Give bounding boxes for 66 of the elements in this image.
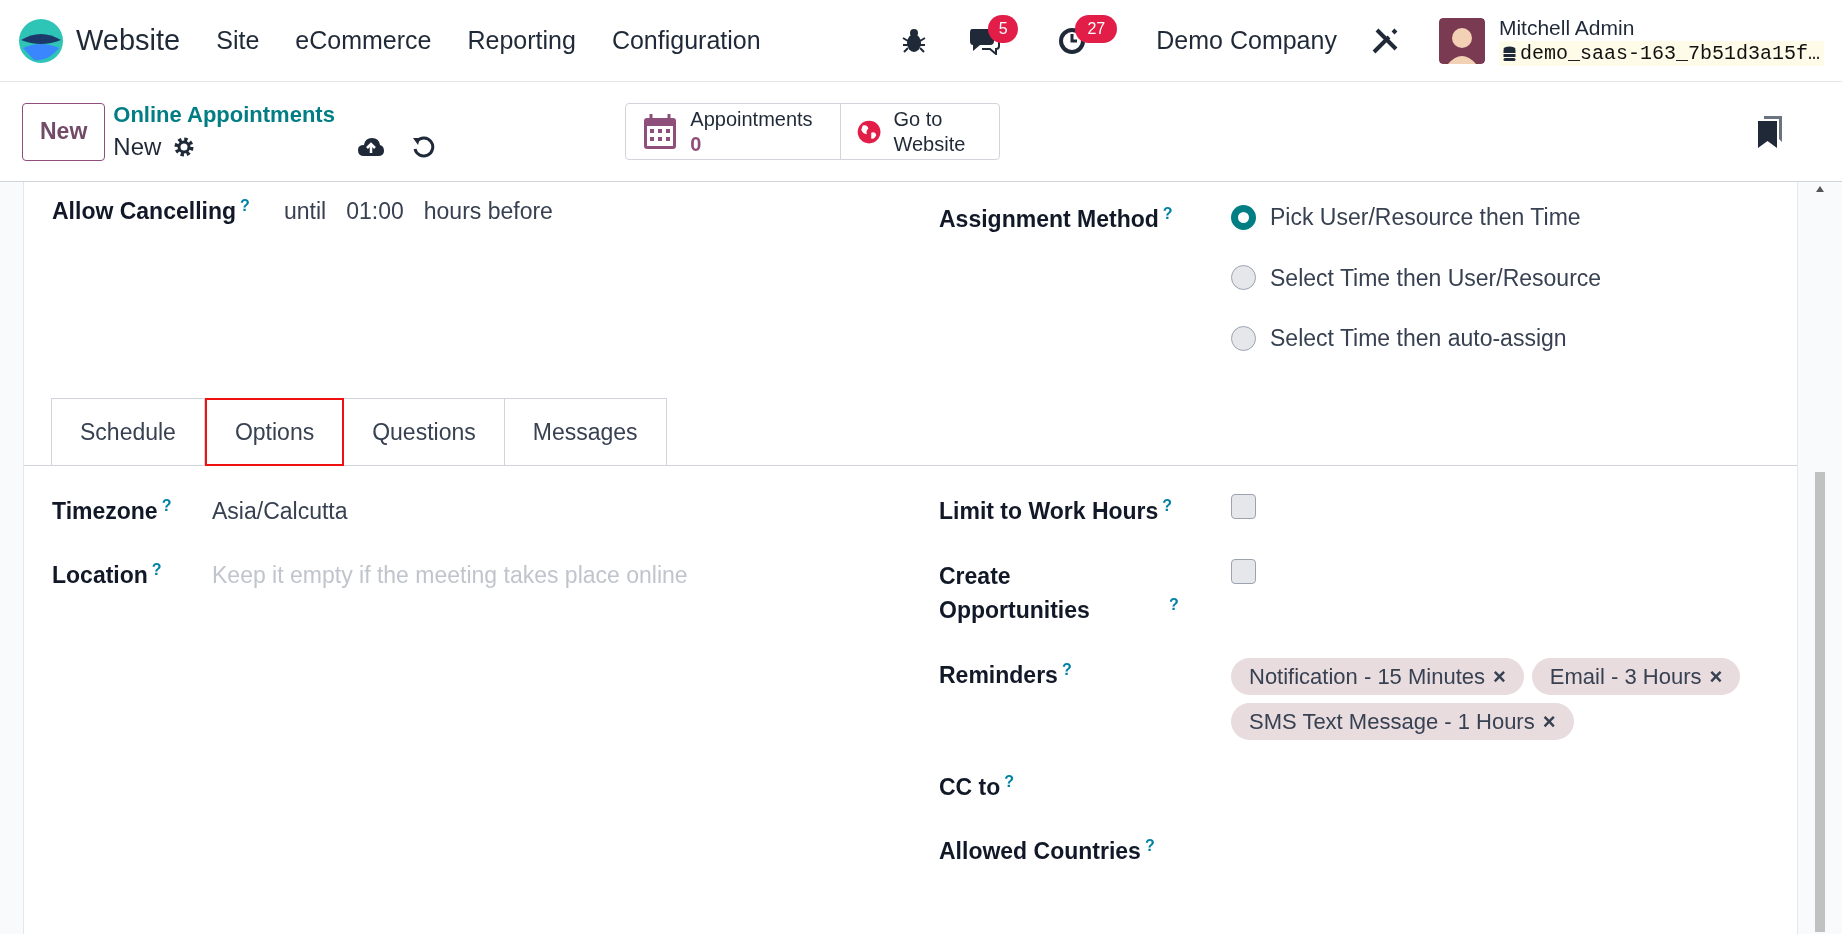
help-icon[interactable]: ? xyxy=(161,497,172,514)
avatar-icon[interactable] xyxy=(1438,17,1485,64)
menu-item[interactable]: eCommerce xyxy=(295,21,432,60)
radio-label[interactable]: Select Time then User/Resource xyxy=(1270,260,1602,295)
menu-item[interactable]: Configuration xyxy=(611,21,761,60)
new-button[interactable]: New xyxy=(22,102,106,161)
radio-button[interactable] xyxy=(1231,325,1256,351)
help-icon[interactable]: ? xyxy=(1144,837,1155,854)
field-value: hours before xyxy=(423,197,553,226)
clock-icon[interactable] xyxy=(1058,26,1087,55)
smart-button[interactable]: Go to Website xyxy=(840,103,1001,160)
radio-label[interactable]: Select Time then auto-assign xyxy=(1270,321,1567,356)
field-label: Assignment Method xyxy=(939,205,1159,234)
checkbox[interactable] xyxy=(1231,558,1256,584)
cloud-upload-icon[interactable] xyxy=(357,136,386,159)
field-label: Location xyxy=(52,561,148,590)
field-label: Allow Cancelling xyxy=(52,197,237,226)
field-value: 01:00 xyxy=(346,197,404,226)
help-icon[interactable]: ? xyxy=(1162,497,1173,514)
undo-icon[interactable] xyxy=(411,135,436,160)
remove-tag-icon[interactable]: × xyxy=(1542,704,1556,738)
bug-icon[interactable] xyxy=(902,27,927,54)
field-label: CC to xyxy=(939,772,1001,802)
gear-icon[interactable] xyxy=(173,136,196,159)
radio-label[interactable]: Pick User/Resource then Time xyxy=(1270,200,1581,235)
field-label: Timezone xyxy=(52,497,158,526)
app-logo-icon[interactable] xyxy=(18,17,64,64)
checkbox[interactable] xyxy=(1231,494,1256,519)
help-icon[interactable]: ? xyxy=(1162,205,1173,222)
remove-tag-icon[interactable]: × xyxy=(1709,659,1723,693)
calendar-icon xyxy=(642,112,679,151)
field-value: until xyxy=(284,197,327,226)
help-icon[interactable]: ? xyxy=(151,561,162,578)
radio-button[interactable] xyxy=(1231,204,1256,230)
field-label: Limit to Work Hours xyxy=(939,497,1159,526)
tab[interactable]: Options xyxy=(204,398,345,466)
tab[interactable]: Messages xyxy=(503,398,667,466)
app-name[interactable]: Website xyxy=(76,18,181,63)
message-count-badge: 5 xyxy=(988,14,1019,43)
reminder-tag[interactable]: Notification - 15 Minutes × xyxy=(1231,657,1524,695)
reminder-tag[interactable]: Email - 3 Hours × xyxy=(1531,657,1741,695)
reminder-tag[interactable]: SMS Text Message - 1 Hours × xyxy=(1231,702,1574,740)
tab[interactable]: Schedule xyxy=(51,398,205,466)
field-label: Reminders xyxy=(939,660,1058,690)
database-name: demo_saas-163_7b51d3a15f… xyxy=(1519,41,1820,67)
field-value[interactable]: Asia/Calcutta xyxy=(212,494,348,529)
scroll-up-icon[interactable] xyxy=(1816,186,1824,192)
radio-button[interactable] xyxy=(1231,265,1256,291)
breadcrumb-link[interactable]: Online Appointments xyxy=(113,100,436,129)
company-switcher[interactable]: Demo Company xyxy=(1156,21,1337,60)
record-name: New xyxy=(113,132,162,163)
database-icon xyxy=(1502,45,1516,62)
user-name[interactable]: Mitchell Admin xyxy=(1498,14,1824,42)
help-icon[interactable]: ? xyxy=(240,197,250,214)
help-icon[interactable]: ? xyxy=(1061,660,1072,678)
menu-item[interactable]: Site xyxy=(216,21,260,60)
help-icon[interactable]: ? xyxy=(1169,596,1179,613)
smart-button[interactable]: Appointments 0 xyxy=(625,103,842,160)
field-label: Allowed Countries xyxy=(939,837,1141,866)
activity-count-badge: 27 xyxy=(1075,14,1118,43)
remove-tag-icon[interactable]: × xyxy=(1493,659,1506,693)
help-icon[interactable]: ? xyxy=(1004,772,1015,790)
field-label: Create Opportunities xyxy=(939,561,1091,625)
bookmark-icon[interactable] xyxy=(1758,115,1782,148)
menu-item[interactable]: Reporting xyxy=(467,21,576,60)
input-field[interactable]: Keep it empty if the meeting takes place online xyxy=(212,558,812,593)
